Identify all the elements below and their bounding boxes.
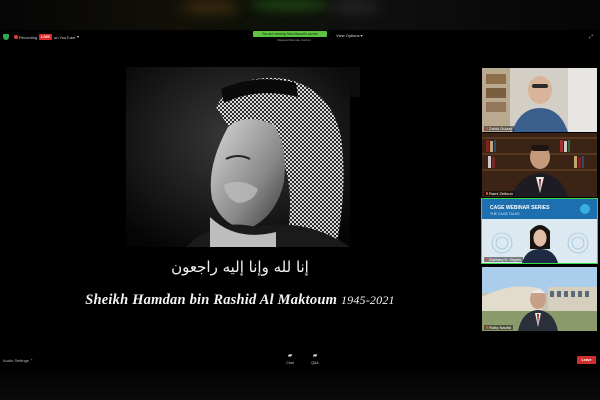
qa-button[interactable]: ▰ Q&A [305, 353, 325, 365]
memorial-caption: Sheikh Hamdan bin Rashid Al Maktoum 1945… [70, 292, 410, 309]
arabic-calligraphy: إنا لله وإنا إليه راجعون [171, 258, 309, 276]
slide-subtitle-text: THE CAGE TALKS [490, 212, 520, 216]
chat-label: Chat [286, 361, 294, 365]
qa-bubbles-icon: ▰ [312, 353, 318, 359]
slide-title-text: CAGE WEBINAR SERIES [490, 205, 550, 211]
calligraphy-text: إنا لله وإنا إليه راجعون [171, 258, 309, 276]
participant-video-tile[interactable]: Rami Zeitoun [482, 133, 597, 197]
audio-settings-label: Audio Settings [3, 358, 29, 363]
memorial-years: 1945-2021 [340, 293, 395, 307]
muted-mic-icon [486, 192, 488, 196]
chat-bubble-icon: ▰ [287, 353, 293, 359]
muted-mic-icon [486, 258, 488, 262]
fullscreen-icon[interactable]: ⤢ [589, 34, 593, 40]
participant-video-tile[interactable]: Rafiq Naufal [482, 267, 597, 331]
view-options-menu[interactable]: View Options ▾ [336, 33, 363, 38]
participant-name-label: Zachary D. Hayes [484, 257, 524, 262]
live-badge[interactable]: LIVE [39, 33, 52, 40]
recording-dot-icon [14, 35, 18, 39]
live-target-label[interactable]: on YouTube [54, 35, 75, 40]
memorial-name: Sheikh Hamdan bin Rashid Al Maktoum [85, 292, 338, 308]
memorial-portrait [126, 67, 350, 247]
participant-name: Rafiq Naufal [489, 325, 512, 330]
participant-name: Rami Zeitoun [489, 191, 513, 196]
participant-name: Zachary D. Hayes [489, 257, 522, 262]
participant-video-tile-active-speaker[interactable]: CAGE WEBINAR SERIES THE CAGE TALKS Zacha… [481, 198, 598, 264]
meeting-top-bar: Recording LIVE on YouTube ▾ You are view… [0, 31, 600, 43]
muted-mic-icon [486, 326, 488, 330]
participant-video [482, 267, 597, 331]
participant-name-label: Rami Zeitoun [484, 191, 515, 196]
qa-label: Q&A [311, 361, 319, 365]
blur-glow [180, 0, 240, 14]
security-shield-icon[interactable] [3, 34, 9, 40]
meeting-controls-bar: Audio Settings ⌃ ▰ Chat ▰ Q&A Leave [0, 352, 600, 370]
recording-label[interactable]: Recording [19, 35, 37, 40]
audio-settings-menu[interactable]: Audio Settings ⌃ [3, 358, 33, 363]
chevron-down-icon[interactable]: ▾ [77, 34, 79, 39]
blurred-bottom-area [0, 372, 600, 400]
slide-edge-shade [350, 67, 360, 97]
chat-button[interactable]: ▰ Chat [280, 353, 300, 365]
chevron-up-icon: ⌃ [29, 358, 34, 363]
participant-video: CAGE WEBINAR SERIES THE CAGE TALKS [482, 199, 597, 263]
chevron-down-icon: ▾ [360, 33, 363, 38]
leave-button[interactable]: Leave [577, 356, 596, 364]
blurred-top-area [0, 0, 600, 30]
blur-glow [250, 0, 330, 10]
request-remote-control-link[interactable]: Request Remote Control [259, 38, 329, 42]
participant-video [482, 133, 597, 197]
participant-name-label: Zahid Gulzar [484, 126, 514, 131]
portrait-photo [126, 67, 350, 247]
screen-share-banner: You are viewing Sam Mazuri's screen [253, 31, 327, 37]
participant-video [482, 68, 597, 132]
participant-name: Zahid Gulzar [489, 126, 512, 131]
muted-mic-icon [486, 127, 488, 131]
view-options-label: View Options [336, 33, 360, 38]
participant-name-label: Rafiq Naufal [484, 325, 514, 330]
participant-video-tile[interactable]: Zahid Gulzar [482, 68, 597, 132]
blur-glow [330, 2, 380, 12]
